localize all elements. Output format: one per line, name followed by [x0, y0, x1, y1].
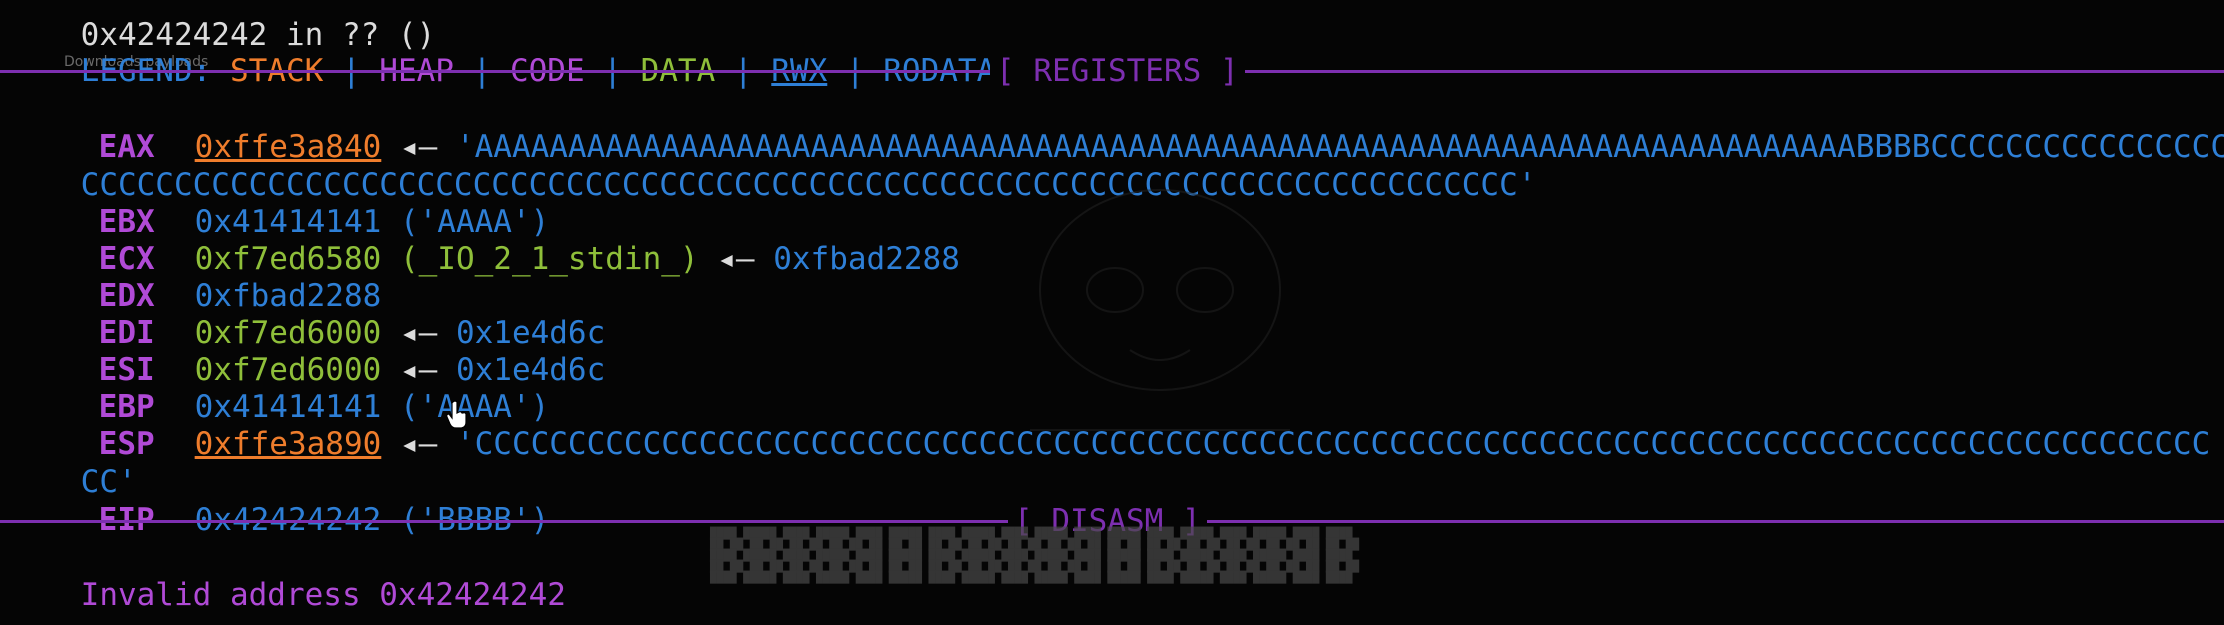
register-row-ebx: EBX 0x41414141 ('AAAA') — [6, 165, 550, 240]
deref-arrow: ◂— — [381, 426, 456, 462]
deref-arrow: ◂— — [698, 241, 774, 277]
register-row-edi: EDI 0xf7ed6000 ◂— 0x1e4d6c — [6, 276, 606, 351]
register-row-eax: EAX 0xffe3a840 ◂— 'AAAAAAAAAAAAAAAAAAAAAA… — [6, 90, 2224, 165]
register-value[interactable]: 0xffe3a890 — [195, 426, 382, 462]
register-row-esp-wrap: CC' — [6, 425, 137, 500]
disasm-message: Invalid address 0x42424242 — [6, 538, 566, 613]
register-symbol: (_IO_2_1_stdin_) — [381, 241, 699, 277]
register-row-ecx: ECX 0xf7ed6580 (_IO_2_1_stdin_) ◂— 0xfbad… — [6, 202, 960, 277]
background-banner-art: ████ █████ ████ █████ ████ █████ ████ ██… — [710, 527, 1360, 584]
terminal-window[interactable]: 0x42424242 in ?? () Downloads payloads L… — [0, 0, 2224, 625]
register-row-eax-wrap: CCCCCCCCCCCCCCCCCCCCCCCCCCCCCCCCCCCCCCCC… — [6, 128, 1537, 203]
disasm-error-text: Invalid address 0x42424242 — [80, 577, 566, 613]
register-row-eip: EIP 0x42424242 ('BBBB') — [6, 463, 550, 538]
registers-section-title: [ REGISTERS ] — [990, 52, 1245, 90]
register-row-edx: EDX 0xfbad2288 — [6, 239, 382, 314]
legend-line: LEGEND: STACK | HEAP | CODE | DATA | RWX… — [6, 14, 996, 89]
register-row-esi: ESI 0xf7ed6000 ◂— 0x1e4d6c — [6, 313, 606, 388]
register-row-ebp: EBP 0x41414141 ('AAAA') — [6, 350, 550, 425]
hand-pointer-icon — [446, 400, 467, 429]
background-skull-art-icon — [1030, 189, 1290, 431]
